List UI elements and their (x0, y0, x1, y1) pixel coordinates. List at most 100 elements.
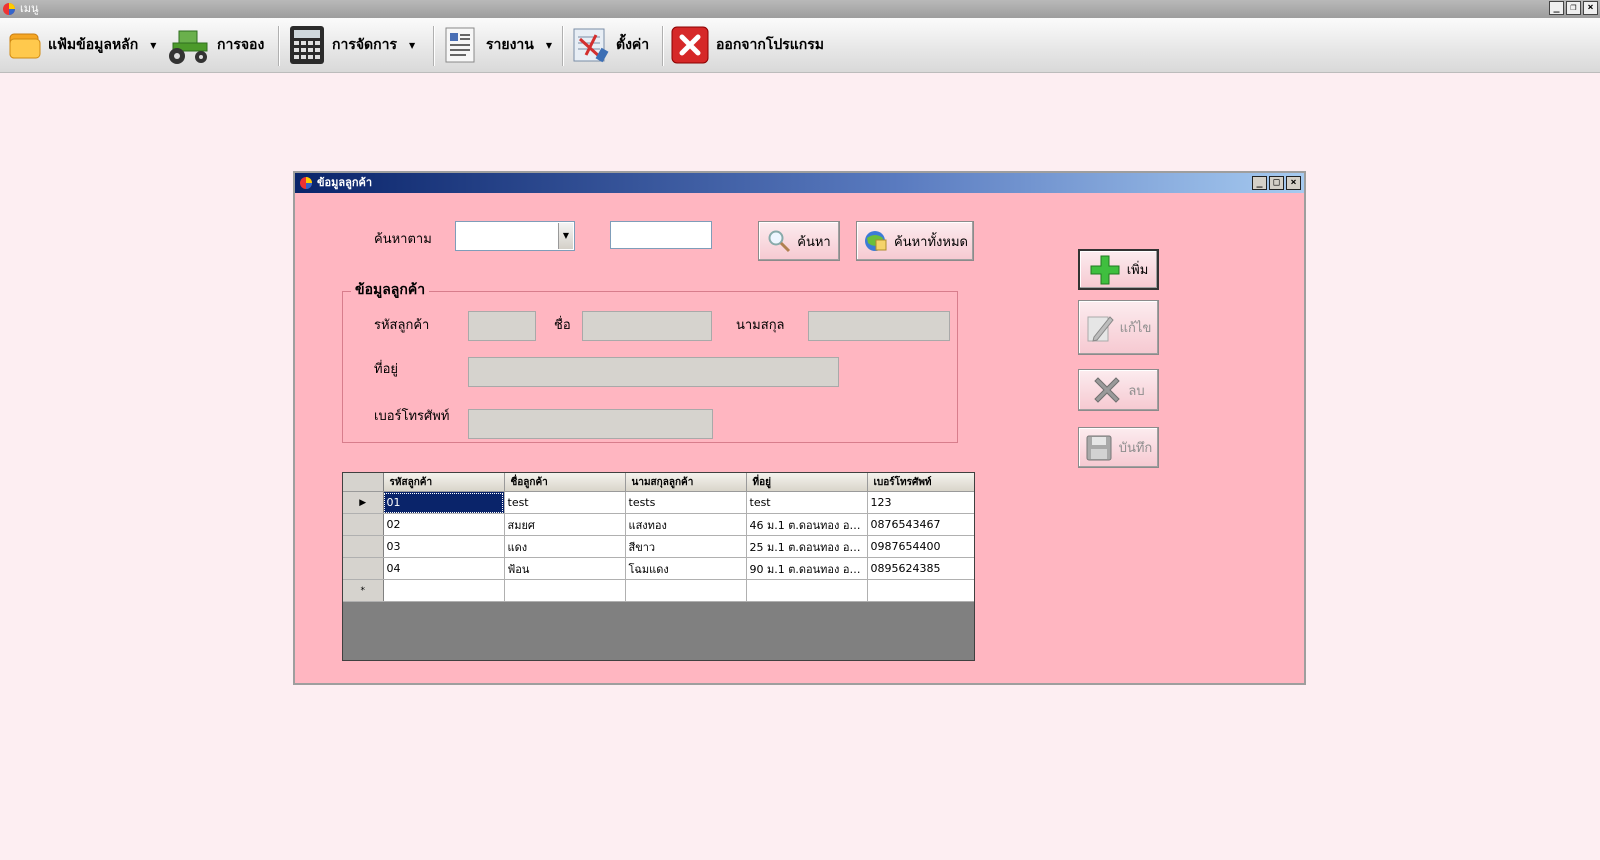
search-all-button[interactable]: ค้นหาทั้งหมด (856, 221, 974, 261)
app-title: เมนู (20, 2, 39, 15)
table-cell[interactable]: 46 ม.1 ต.ดอนทอง อ.เมือง (746, 513, 868, 536)
customer-address-field[interactable] (468, 357, 839, 387)
toolbar-separator (278, 26, 280, 66)
table-cell[interactable]: แสงทอง (625, 513, 747, 536)
delete-button[interactable]: ลบ (1078, 369, 1159, 411)
delete-x-icon (1094, 377, 1121, 403)
settings-checklist-icon (573, 28, 609, 63)
table-row[interactable]: 04 ฟ้อน โฉมแดง 90 ม.1 ต.ดอนทอง อ.เมือง 0… (343, 557, 974, 580)
menu-management-label: การจัดการ (332, 37, 398, 53)
table-cell[interactable]: โฉมแดง (625, 557, 747, 580)
customer-address-label: ที่อยู่ (374, 362, 398, 377)
table-cell[interactable] (383, 579, 505, 602)
search-by-label: ค้นหาตาม (374, 232, 432, 247)
customer-table: รหัสลูกค้า ชื่อลูกค้า นามสกุลลูกค้า ที่อ… (343, 473, 974, 602)
table-row[interactable]: ▶ 01 test tests test 123 (343, 491, 974, 514)
table-cell[interactable]: สีขาว (625, 535, 747, 558)
tractor-icon (169, 30, 208, 64)
table-cell[interactable]: 123 (867, 491, 974, 514)
menu-master-data-label: แฟ้มข้อมูลหลัก (48, 37, 139, 53)
column-header-phone[interactable]: เบอร์โทรศัพท์ (867, 473, 974, 492)
close-button[interactable]: × (1583, 1, 1598, 15)
report-icon (445, 27, 475, 63)
customer-phone-label: เบอร์โทรศัพท์ (374, 409, 450, 424)
table-cell[interactable]: สมยศ (504, 513, 626, 536)
table-row[interactable]: 03 แดง สีขาว 25 ม.1 ต.ดอนทอง อ.เมือง 098… (343, 535, 974, 558)
table-header-row: รหัสลูกค้า ชื่อลูกค้า นามสกุลลูกค้า ที่อ… (343, 473, 974, 492)
table-cell[interactable]: 0876543467 (867, 513, 974, 536)
app-title-bar: เมนู _ ❐ × (0, 0, 1600, 18)
table-cell[interactable] (867, 579, 974, 602)
menu-master-data[interactable]: แฟ้มข้อมูลหลัก ▼ (8, 24, 156, 66)
table-row[interactable]: 02 สมยศ แสงทอง 46 ม.1 ต.ดอนทอง อ.เมือง 0… (343, 513, 974, 536)
table-cell[interactable] (625, 579, 747, 602)
customer-name-field[interactable] (582, 311, 712, 341)
add-button[interactable]: เพิ่ม (1078, 249, 1159, 290)
table-cell[interactable] (504, 579, 626, 602)
table-cell[interactable]: 0987654400 (867, 535, 974, 558)
table-cell[interactable]: 25 ม.1 ต.ดอนทอง อ.เมือง (746, 535, 868, 558)
app-window-controls: _ ❐ × (1549, 1, 1598, 15)
row-header[interactable] (343, 557, 384, 580)
folder-icon (9, 33, 41, 59)
table-cell[interactable]: ฟ้อน (504, 557, 626, 580)
customer-name-label: ชื่อ (554, 318, 571, 333)
menu-report[interactable]: รายงาน ▼ (440, 24, 552, 66)
row-header[interactable] (343, 535, 384, 558)
customer-data-grid[interactable]: รหัสลูกค้า ชื่อลูกค้า นามสกุลลูกค้า ที่อ… (342, 472, 975, 661)
table-cell[interactable]: 90 ม.1 ต.ดอนทอง อ.เมือง (746, 557, 868, 580)
menu-management[interactable]: การจัดการ ▼ (288, 24, 415, 66)
exit-x-icon (671, 26, 709, 64)
row-header-corner[interactable] (343, 473, 384, 492)
column-header-customer-name[interactable]: ชื่อลูกค้า (504, 473, 626, 492)
menu-settings[interactable]: ตั้งค่า (570, 24, 649, 66)
search-input[interactable] (610, 221, 712, 249)
customer-window: ข้อมูลลูกค้า _ □ × ค้นหาตาม ▼ ค้นหา ค้นห… (293, 171, 1306, 685)
search-field-combo[interactable]: ▼ (455, 221, 575, 251)
maximize-button[interactable]: □ (1269, 176, 1284, 190)
table-cell[interactable] (746, 579, 868, 602)
customer-window-controls: _ □ × (1252, 176, 1301, 190)
column-header-customer-id[interactable]: รหัสลูกค้า (383, 473, 505, 492)
table-cell[interactable]: test (504, 491, 626, 514)
search-all-button-label: ค้นหาทั้งหมด (894, 234, 968, 250)
toolbar-separator (433, 26, 435, 66)
dropdown-arrow-icon: ▼ (545, 40, 553, 50)
save-button-label: บันทึก (1118, 441, 1153, 456)
customer-surname-field[interactable] (808, 311, 950, 341)
main-toolbar: แฟ้มข้อมูลหลัก ▼ การจอง การจัดการ ▼ รายง… (0, 18, 1600, 73)
new-row-indicator[interactable]: * (343, 579, 384, 602)
save-button[interactable]: บันทึก (1078, 427, 1159, 468)
customer-window-title: ข้อมูลลูกค้า (317, 176, 373, 189)
new-table-row[interactable]: * (343, 579, 974, 602)
table-cell[interactable]: 01 (383, 491, 505, 514)
table-cell[interactable]: test (746, 491, 868, 514)
search-button-label: ค้นหา (797, 234, 831, 250)
minimize-button[interactable]: _ (1252, 176, 1267, 190)
menu-booking-label: การจอง (217, 37, 265, 53)
customer-phone-field[interactable] (468, 409, 713, 439)
edit-button-label: แก้ไข (1119, 321, 1152, 336)
chevron-down-icon[interactable]: ▼ (558, 223, 573, 249)
edit-button[interactable]: แก้ไข (1078, 300, 1159, 355)
table-cell[interactable]: 0895624385 (867, 557, 974, 580)
delete-button-label: ลบ (1128, 383, 1145, 399)
restore-button[interactable]: ❐ (1566, 1, 1581, 15)
column-header-address[interactable]: ที่อยู่ (746, 473, 868, 492)
menu-booking[interactable]: การจอง (165, 24, 264, 66)
row-header[interactable] (343, 513, 384, 536)
table-cell[interactable]: แดง (504, 535, 626, 558)
table-cell[interactable]: tests (625, 491, 747, 514)
customer-id-field[interactable] (468, 311, 536, 341)
table-cell[interactable]: 02 (383, 513, 505, 536)
current-row-indicator[interactable]: ▶ (343, 491, 384, 514)
close-button[interactable]: × (1286, 176, 1301, 190)
magnifier-icon (768, 230, 791, 253)
minimize-button[interactable]: _ (1549, 1, 1564, 15)
table-cell[interactable]: 04 (383, 557, 505, 580)
table-cell[interactable]: 03 (383, 535, 505, 558)
column-header-customer-surname[interactable]: นามสกุลลูกค้า (625, 473, 747, 492)
menu-exit[interactable]: ออกจากโปรแกรม (670, 24, 824, 66)
search-button[interactable]: ค้นหา (758, 221, 840, 261)
search-all-icon (865, 231, 887, 251)
